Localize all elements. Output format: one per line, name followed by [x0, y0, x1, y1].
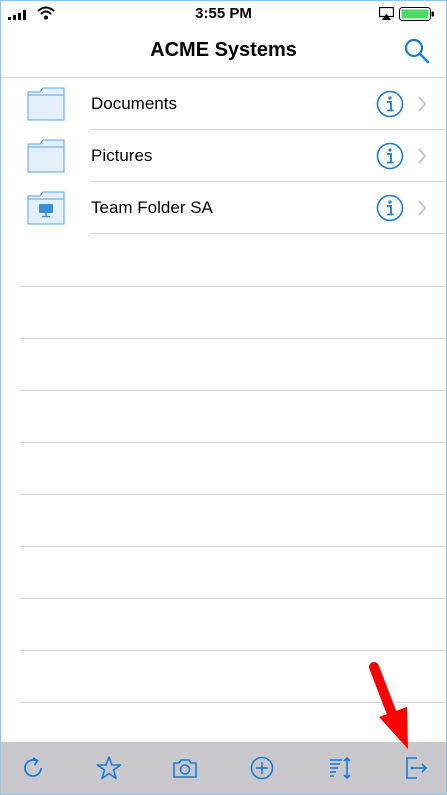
list-item-team-folder[interactable]: Team Folder SA	[1, 182, 446, 234]
star-icon[interactable]	[96, 755, 122, 781]
info-icon[interactable]	[376, 142, 404, 170]
folder-icon	[27, 139, 65, 173]
app-window: 3:55 PM ACME Systems Documents Pictures …	[0, 0, 447, 795]
logout-icon[interactable]	[403, 755, 429, 781]
search-icon[interactable]	[403, 37, 431, 65]
empty-row-divider	[20, 442, 446, 443]
folder-icon	[27, 87, 65, 121]
chevron-right-icon	[418, 148, 427, 164]
battery-icon	[399, 7, 434, 21]
empty-row-divider	[20, 286, 446, 287]
add-circle-icon[interactable]	[249, 755, 275, 781]
sort-icon[interactable]	[327, 755, 353, 781]
airplay-icon	[379, 7, 394, 20]
camera-icon[interactable]	[172, 755, 198, 781]
info-icon[interactable]	[376, 194, 404, 222]
navigation-bar: ACME Systems	[1, 27, 446, 78]
folder-label: Team Folder SA	[91, 198, 213, 217]
status-bar: 3:55 PM	[1, 1, 446, 27]
folder-label: Pictures	[91, 146, 153, 165]
empty-row-divider	[20, 546, 446, 547]
empty-row-divider	[20, 650, 446, 651]
team-folder-icon	[27, 191, 65, 225]
list-item-pictures[interactable]: Pictures	[1, 130, 446, 182]
chevron-right-icon	[418, 200, 427, 216]
refresh-icon[interactable]	[20, 755, 46, 781]
empty-row-divider	[20, 494, 446, 495]
row-divider	[90, 233, 446, 234]
empty-row-divider	[20, 338, 446, 339]
empty-row-divider	[20, 598, 446, 599]
list-item-documents[interactable]: Documents	[1, 78, 446, 130]
annotation-arrow-icon	[369, 662, 408, 749]
page-title: ACME Systems	[150, 39, 297, 61]
folder-label: Documents	[91, 94, 177, 113]
chevron-right-icon	[418, 96, 427, 112]
folder-list: Documents Pictures Team Folder SA	[1, 78, 446, 234]
info-icon[interactable]	[376, 90, 404, 118]
empty-row-divider	[20, 390, 446, 391]
